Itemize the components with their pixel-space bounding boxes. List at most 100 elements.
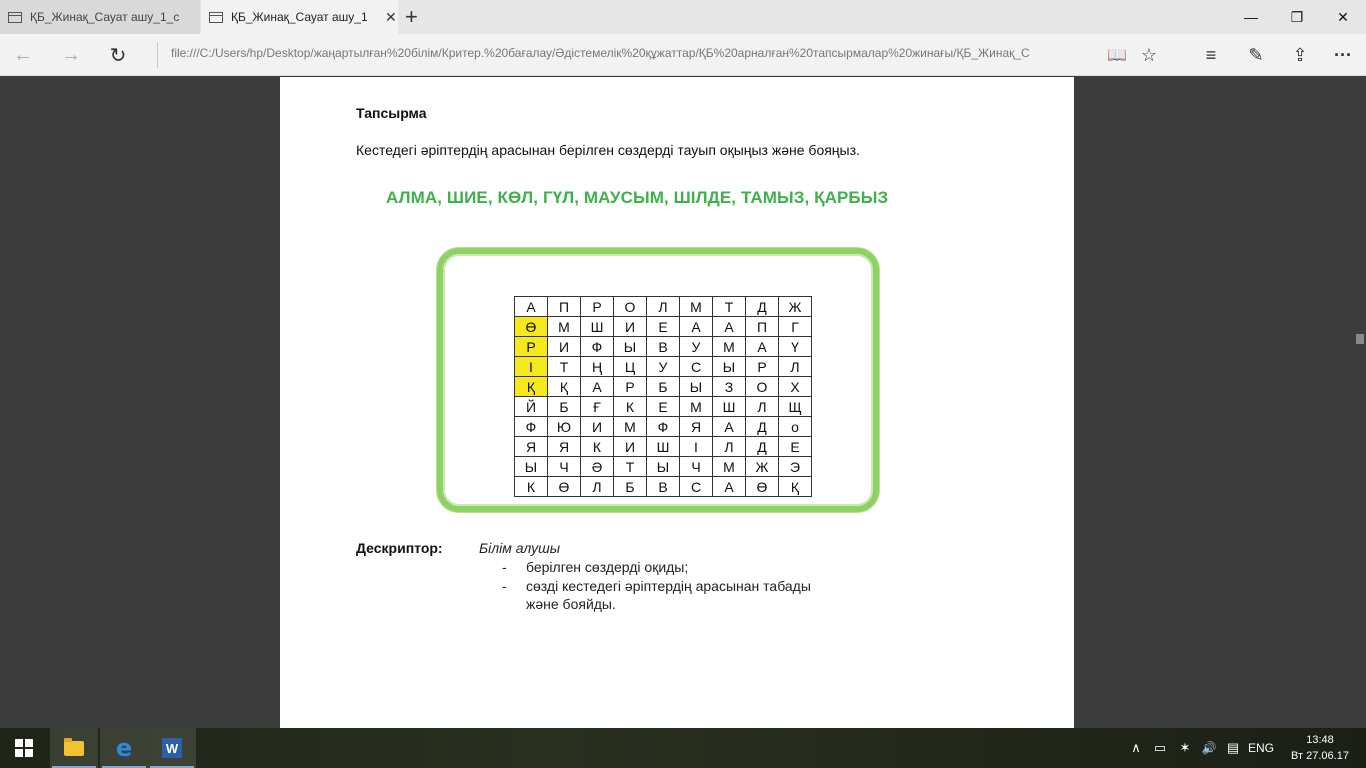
grid-cell: Ф <box>514 416 548 437</box>
grid-cell: Ч <box>547 456 581 477</box>
web-note-icon[interactable]: ✎ <box>1241 42 1271 68</box>
grid-cell: Л <box>580 476 614 497</box>
grid-cell: Л <box>778 356 812 377</box>
grid-row: ФЮИМФЯАДо <box>514 416 812 437</box>
restore-icon[interactable]: ❐ <box>1274 0 1320 34</box>
grid-cell: Л <box>646 296 680 317</box>
hub-icon[interactable]: ≡ <box>1196 42 1226 68</box>
grid-cell: Т <box>613 456 647 477</box>
grid-cell: Я <box>679 416 713 437</box>
grid-cell: Ш <box>646 436 680 457</box>
tab-document-1[interactable]: ҚБ_Жинақ_Сауат ашу_1_сы <box>0 0 200 34</box>
grid-row: АПРОЛМТДЖ <box>514 296 812 317</box>
grid-cell: У <box>679 336 713 357</box>
grid-cell: Ы <box>679 376 713 397</box>
grid-cell: Д <box>745 436 779 457</box>
grid-cell: Т <box>547 356 581 377</box>
grid-cell: Ө <box>547 476 581 497</box>
grid-row: РИФЫВУМАҮ <box>514 336 812 357</box>
address-bar[interactable]: file:///C:/Users/hp/Desktop/жаңартылған%… <box>171 46 1091 64</box>
tab-close-icon[interactable]: ✕ <box>385 9 397 26</box>
grid-cell: М <box>547 316 581 337</box>
grid-cell: Э <box>778 456 812 477</box>
grid-cell: Ғ <box>580 396 614 417</box>
grid-cell: М <box>613 416 647 437</box>
grid-cell: М <box>679 296 713 317</box>
minimize-icon[interactable]: — <box>1228 0 1274 34</box>
grid-cell: А <box>712 316 746 337</box>
close-window-icon[interactable]: ✕ <box>1320 0 1366 34</box>
grid-cell: Т <box>712 296 746 317</box>
grid-cell: Ж <box>778 296 812 317</box>
volume-icon[interactable]: 🔊 <box>1198 728 1220 768</box>
notification-icon[interactable]: ▤ <box>1222 728 1244 768</box>
tab-document-2[interactable]: ҚБ_Жинақ_Сауат ашу_1 ✕ <box>201 0 398 34</box>
tab-label: ҚБ_Жинақ_Сауат ашу_1 <box>231 10 368 24</box>
grid-cell: Д <box>745 416 779 437</box>
grid-cell: Д <box>745 296 779 317</box>
grid-cell: К <box>580 436 614 457</box>
address-toolbar: ← → ↻ file:///C:/Users/hp/Desktop/жаңарт… <box>0 34 1366 76</box>
grid-cell: Е <box>646 396 680 417</box>
grid-cell: Я <box>514 436 548 457</box>
share-icon[interactable]: ⇪ <box>1285 42 1315 68</box>
grid-cell: В <box>646 476 680 497</box>
document-viewport[interactable]: Тапсырма Кестедегі әріптердің арасынан б… <box>0 77 1366 728</box>
grid-cell: И <box>613 316 647 337</box>
descriptor-item-text: сөзді кестедегі әріптердің арасынан таба… <box>526 578 811 594</box>
favorite-star-icon[interactable]: ☆ <box>1134 42 1164 68</box>
grid-cell: И <box>547 336 581 357</box>
grid-cell: А <box>745 336 779 357</box>
tab-label: ҚБ_Жинақ_Сауат ашу_1_сы <box>30 10 180 24</box>
show-hidden-icons-chevron-icon[interactable]: ∧ <box>1126 728 1146 768</box>
battery-icon[interactable]: ▭ <box>1150 728 1170 768</box>
grid-cell: Р <box>514 336 548 357</box>
word-button[interactable]: W <box>148 728 196 768</box>
grid-cell: О <box>613 296 647 317</box>
reading-view-icon[interactable]: 📖 <box>1102 42 1132 68</box>
grid-cell: Л <box>745 396 779 417</box>
edge-button[interactable]: e <box>100 728 148 768</box>
descriptor-item-text: берілген сөздерді оқиды; <box>526 559 689 575</box>
grid-cell: А <box>679 316 713 337</box>
refresh-icon[interactable]: ↻ <box>103 42 133 68</box>
grid-cell: о <box>778 416 812 437</box>
start-button[interactable] <box>0 728 48 768</box>
letter-grid: АПРОЛМТДЖӨМШИЕААПГРИФЫВУМАҮІТҢЦУСЫРЛҚҚАР… <box>514 296 812 497</box>
descriptor-intro: Білім алушы <box>479 540 561 556</box>
grid-cell: Р <box>745 356 779 377</box>
toolbar-divider <box>157 42 158 68</box>
back-icon[interactable]: ← <box>8 42 38 68</box>
grid-cell: І <box>514 356 548 377</box>
grid-cell: З <box>712 376 746 397</box>
network-icon[interactable]: ✶ <box>1174 728 1196 768</box>
language-indicator[interactable]: ENG <box>1246 728 1276 768</box>
grid-cell: П <box>745 316 779 337</box>
grid-cell: Ө <box>745 476 779 497</box>
system-clock[interactable]: 13:48 Вт 27.06.17 <box>1290 732 1350 764</box>
grid-cell: Қ <box>514 376 548 397</box>
grid-cell: П <box>547 296 581 317</box>
grid-cell: О <box>745 376 779 397</box>
clock-time: 13:48 <box>1306 734 1334 746</box>
grid-row: ЯЯКИШІЛДЕ <box>514 436 812 457</box>
grid-cell: И <box>580 416 614 437</box>
grid-cell: Ж <box>745 456 779 477</box>
tab-bar: ҚБ_Жинақ_Сауат ашу_1_сы ҚБ_Жинақ_Сауат а… <box>0 0 1366 34</box>
file-explorer-button[interactable] <box>50 728 98 768</box>
clock-date: Вт 27.06.17 <box>1291 750 1349 762</box>
grid-cell: Я <box>547 436 581 457</box>
scrollbar-thumb[interactable] <box>1356 334 1364 344</box>
grid-row: ЙБҒКЕМШЛЩ <box>514 396 812 417</box>
grid-cell: Р <box>613 376 647 397</box>
new-tab-icon[interactable]: + <box>405 4 418 30</box>
descriptor-item-continuation: және бояйды. <box>526 596 616 612</box>
more-icon[interactable]: ··· <box>1328 42 1358 68</box>
puzzle-frame: АПРОЛМТДЖӨМШИЕААПГРИФЫВУМАҮІТҢЦУСЫРЛҚҚАР… <box>437 248 879 512</box>
word-icon: W <box>162 738 182 758</box>
task-instruction: Кестедегі әріптердің арасынан берілген с… <box>356 142 860 158</box>
descriptor-item: - берілген сөздерді оқиды; <box>502 559 688 575</box>
grid-cell: Ә <box>580 456 614 477</box>
forward-icon[interactable]: → <box>56 42 86 68</box>
grid-cell: К <box>613 396 647 417</box>
